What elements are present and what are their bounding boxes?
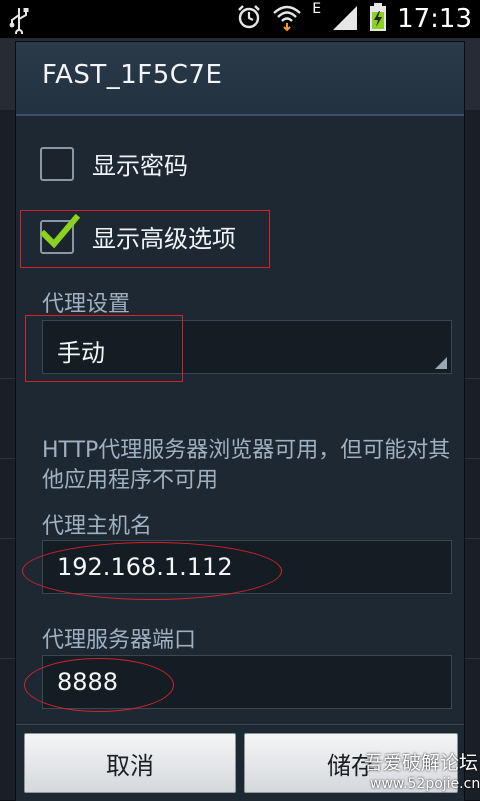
alarm-icon [236,4,262,34]
usb-icon [6,6,34,37]
network-type: E [312,1,322,17]
highlight-box [20,210,270,268]
cancel-button[interactable]: 取消 [24,733,236,793]
show-password-label: 显示密码 [92,152,188,180]
wifi-icon [272,3,302,35]
save-button[interactable]: 储存 [244,733,458,793]
dialog-title: FAST_1F5C7E [42,60,223,90]
proxy-note: HTTP代理服务器浏览器可用，但可能对其他应用程序不可用 [42,438,451,493]
highlight-ellipse [22,542,282,600]
show-password-checkbox[interactable] [40,146,74,181]
battery-charging-icon [369,2,387,36]
highlight-box [25,315,183,382]
wifi-network-dialog: FAST_1F5C7E 显示密码 显示高级选项 代理设置 手动 HTTP代理服务… [16,42,464,801]
status-bar: E 17:13 [0,0,480,38]
dialog-button-bar: 取消 储存 [16,724,464,801]
dialog-title-bar: FAST_1F5C7E [16,42,464,116]
highlight-ellipse [24,658,174,712]
show-password-row[interactable]: 显示密码 [40,146,188,181]
clock: 17:13 [397,4,472,34]
proxy-port-label: 代理服务器端口 [42,628,197,653]
proxy-hostname-label: 代理主机名 [42,514,153,539]
dropdown-corner-icon [435,357,447,369]
proxy-settings-label: 代理设置 [42,292,131,317]
signal-icon [331,3,359,35]
